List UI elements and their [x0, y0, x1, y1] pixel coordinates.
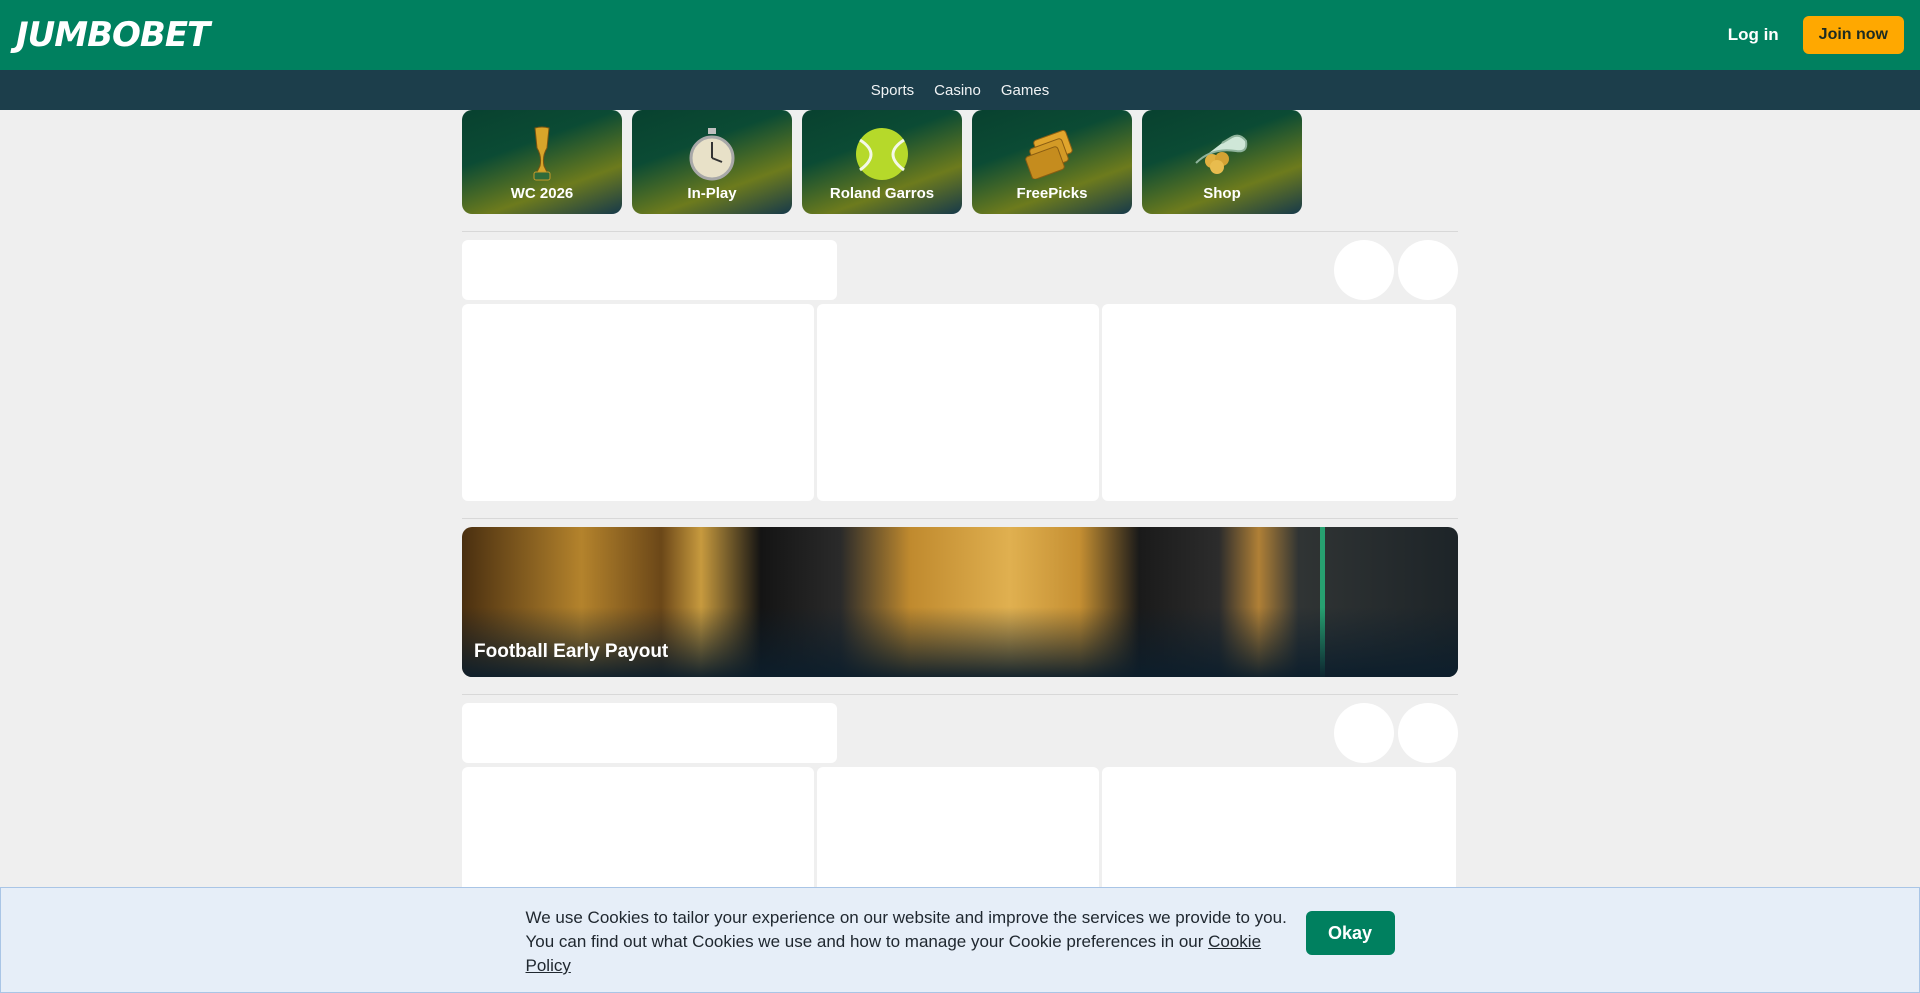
tennis-ball-icon: [850, 124, 914, 184]
carousel-prev-button[interactable]: [1334, 240, 1394, 300]
nav-item-games[interactable]: Games: [1001, 82, 1049, 99]
nav-item-sports[interactable]: Sports: [871, 82, 914, 99]
login-link[interactable]: Log in: [1728, 25, 1779, 45]
section-title-placeholder: [462, 703, 837, 763]
section-nav: Sports Casino Games: [0, 70, 1920, 110]
stopwatch-icon: [680, 124, 744, 184]
carousel-controls: [1334, 240, 1458, 300]
carousel-next-button[interactable]: [1398, 240, 1458, 300]
card-placeholders: [462, 304, 1458, 501]
nav-item-casino[interactable]: Casino: [934, 82, 981, 99]
carousel-next-button[interactable]: [1398, 703, 1458, 763]
quick-link-label: In-Play: [687, 185, 737, 202]
auth-actions: Log in Join now: [1728, 16, 1904, 54]
section-header-placeholder: [462, 703, 1458, 763]
cookie-okay-button[interactable]: Okay: [1305, 911, 1395, 955]
cookie-message: We use Cookies to tailor your experience…: [526, 906, 1296, 993]
divider: [462, 694, 1458, 695]
quick-link-label: Roland Garros: [829, 185, 935, 202]
quick-link-freepicks[interactable]: FreePicks: [972, 110, 1132, 214]
cookie-line-2: You can find out what Cookies we use and…: [525, 932, 1209, 951]
section-header-placeholder: [462, 240, 1458, 300]
divider: [462, 518, 1458, 519]
main-content: WC 2026 In-Play Roland Garros FreePicks …: [462, 110, 1458, 964]
trophy-icon: [510, 124, 574, 184]
coins-hand-icon: [1190, 124, 1254, 184]
banner-title: Football Early Payout: [474, 641, 669, 662]
cards-icon: [1020, 124, 1084, 184]
jumbobet-logo[interactable]: JUMBOBET: [16, 15, 210, 55]
section-title-placeholder: [462, 240, 837, 300]
quick-link-roland-garros[interactable]: Roland Garros: [802, 110, 962, 214]
banner-light-strip: [1320, 527, 1325, 677]
carousel-prev-button[interactable]: [1334, 703, 1394, 763]
quick-link-wc-2026[interactable]: WC 2026: [462, 110, 622, 214]
quick-links: WC 2026 In-Play Roland Garros FreePicks …: [462, 110, 1458, 214]
top-header: JUMBOBET Log in Join now: [0, 0, 1920, 70]
quick-link-label: FreePicks: [1016, 185, 1088, 202]
card-placeholder: [1102, 304, 1456, 501]
carousel-controls: [1334, 703, 1458, 763]
quick-link-label: WC 2026: [510, 185, 574, 202]
quick-link-label: Shop: [1203, 185, 1241, 202]
join-now-button[interactable]: Join now: [1802, 16, 1904, 54]
cookie-banner: We use Cookies to tailor your experience…: [0, 887, 1920, 993]
quick-link-in-play[interactable]: In-Play: [632, 110, 792, 214]
quick-link-shop[interactable]: Shop: [1142, 110, 1302, 214]
loading-section-1: [462, 240, 1458, 501]
cookie-line-1: We use Cookies to tailor your experience…: [525, 908, 1287, 927]
cookie-line-3: .: [525, 980, 531, 993]
promo-banner-football-early-payout[interactable]: Football Early Payout: [462, 527, 1458, 677]
divider: [462, 231, 1458, 232]
card-placeholder: [817, 304, 1099, 501]
card-placeholder: [462, 304, 814, 501]
